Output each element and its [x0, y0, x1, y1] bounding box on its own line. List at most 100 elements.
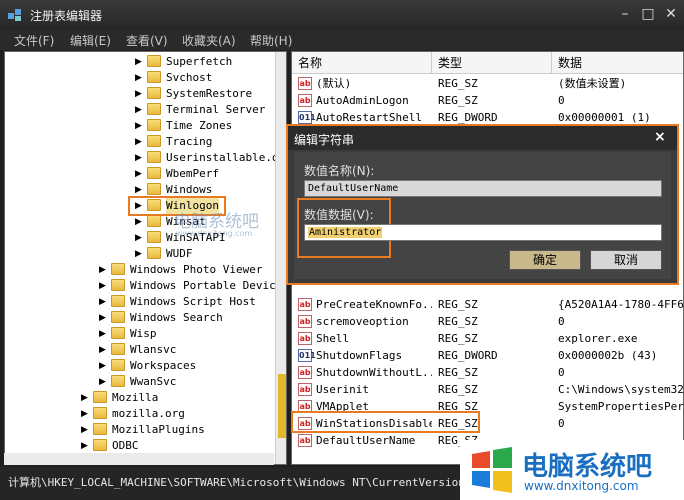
folder-icon: [147, 135, 161, 147]
expand-arrow-icon[interactable]: ▶: [135, 54, 142, 70]
cancel-button[interactable]: 取消: [590, 250, 662, 270]
tree-node-label: Windows Script Host: [130, 295, 256, 308]
menu-file[interactable]: 文件(F): [14, 32, 54, 49]
column-header-type[interactable]: 类型: [432, 52, 552, 74]
folder-icon: [111, 295, 125, 307]
menu-edit[interactable]: 编辑(E): [70, 32, 111, 49]
expand-arrow-icon[interactable]: ▶: [99, 310, 106, 326]
dialog-close-button[interactable]: ×: [654, 129, 666, 145]
value-row[interactable]: ab (默认) REG_SZ (数值未设置): [292, 75, 683, 92]
expand-arrow-icon[interactable]: ▶: [135, 166, 142, 182]
expand-arrow-icon[interactable]: ▶: [135, 86, 142, 102]
folder-icon: [111, 359, 125, 371]
tree-node[interactable]: ▶ mozilla.org: [5, 406, 273, 422]
folder-icon: [93, 423, 107, 435]
tree-node-label: MozillaPlugins: [112, 423, 205, 436]
expand-arrow-icon[interactable]: ▶: [99, 358, 106, 374]
tree-node[interactable]: ▶ SystemRestore: [5, 86, 273, 102]
value-row[interactable]: ab Shell REG_SZ explorer.exe: [292, 330, 683, 347]
dialog-body: 数值名称(N): DefaultUserName 数值数据(V): Aminis…: [294, 152, 671, 279]
tree-node[interactable]: ▶ WbemPerf: [5, 166, 273, 182]
expand-arrow-icon[interactable]: ▶: [135, 214, 142, 230]
defaultusername-highlight: [291, 411, 480, 433]
expand-arrow-icon[interactable]: ▶: [99, 278, 106, 294]
value-data: 0: [558, 315, 565, 328]
maximize-button[interactable]: □: [638, 5, 658, 23]
expand-arrow-icon[interactable]: ▶: [99, 342, 106, 358]
menu-favorites[interactable]: 收藏夹(A): [182, 32, 236, 49]
value-name: PreCreateKnownFo...: [316, 298, 432, 311]
tree-node[interactable]: ▶ Workspaces: [5, 358, 273, 374]
tree-scroll-thumb[interactable]: [278, 374, 286, 438]
tree-node-label: Wisp: [130, 327, 157, 340]
tree-horizontal-scrollbar[interactable]: [4, 453, 274, 465]
expand-arrow-icon[interactable]: ▶: [81, 422, 88, 438]
tree-node[interactable]: ▶ Superfetch: [5, 54, 273, 70]
value-name: ShutdownWithoutL...: [316, 366, 432, 379]
tree-node-label: Wlansvc: [130, 343, 177, 356]
minimize-button[interactable]: –: [615, 5, 635, 23]
tree-node-label: Windows Search: [130, 311, 223, 324]
column-header-data[interactable]: 数据: [552, 52, 683, 74]
expand-arrow-icon[interactable]: ▶: [135, 118, 142, 134]
expand-arrow-icon[interactable]: ▶: [81, 438, 88, 454]
tree-node[interactable]: ▶ WUDF: [5, 246, 273, 262]
tree-node-label: WwanSvc: [130, 375, 177, 388]
watermark-text: 电脑系统吧: [522, 452, 653, 482]
menu-help[interactable]: 帮助(H): [250, 32, 292, 49]
tree-node[interactable]: ▶ ODBC: [5, 438, 273, 454]
tree-node[interactable]: ▶ Terminal Server: [5, 102, 273, 118]
binary-value-icon: 011: [298, 349, 316, 362]
tree-node[interactable]: ▶ Windows Photo Viewer: [5, 262, 273, 278]
expand-arrow-icon[interactable]: ▶: [99, 326, 106, 342]
value-row[interactable]: ab AutoAdminLogon REG_SZ 0: [292, 92, 683, 109]
value-data-text: Aministrator: [308, 227, 383, 238]
tree-node[interactable]: ▶ Wlansvc: [5, 342, 273, 358]
value-row[interactable]: 011 ShutdownFlags REG_DWORD 0x0000002b (43): [292, 347, 683, 364]
value-row[interactable]: ab scremoveoption REG_SZ 0: [292, 313, 683, 330]
string-value-icon: ab: [298, 366, 312, 379]
expand-arrow-icon[interactable]: ▶: [99, 294, 106, 310]
tree-node[interactable]: ▶ WwanSvc: [5, 374, 273, 390]
tree-node[interactable]: ▶ Windows Portable Device: [5, 278, 282, 294]
tree-node[interactable]: ▶ Wisp: [5, 326, 273, 342]
expand-arrow-icon[interactable]: ▶: [135, 246, 142, 262]
expand-arrow-icon[interactable]: ▶: [135, 230, 142, 246]
close-button[interactable]: ✕: [661, 5, 681, 23]
binary-value-icon: 011: [298, 111, 316, 124]
value-type: REG_SZ: [438, 332, 478, 345]
value-data-field[interactable]: Aministrator: [304, 224, 662, 241]
column-header-name[interactable]: 名称: [292, 52, 432, 74]
expand-arrow-icon[interactable]: ▶: [99, 262, 106, 278]
value-row[interactable]: ab PreCreateKnownFo... REG_SZ {A520A1A4-178…: [292, 296, 683, 313]
key-path: 计算机\HKEY_LOCAL_MACHINE\SOFTWARE\Microsof…: [8, 476, 505, 489]
folder-icon: [147, 247, 161, 259]
folder-icon: [147, 71, 161, 83]
expand-arrow-icon[interactable]: ▶: [135, 102, 142, 118]
tree-node[interactable]: ▶ Mozilla: [5, 390, 273, 406]
tree-node[interactable]: ▶ Userinstallable.d: [5, 150, 279, 166]
menu-view[interactable]: 查看(V): [126, 32, 168, 49]
title-bar: 注册表编辑器 – □ ✕: [0, 0, 684, 30]
expand-arrow-icon[interactable]: ▶: [99, 374, 106, 390]
expand-arrow-icon[interactable]: ▶: [81, 406, 88, 422]
tree-node[interactable]: ▶ Windows Search: [5, 310, 273, 326]
tree-node-label: mozilla.org: [112, 407, 185, 420]
expand-arrow-icon[interactable]: ▶: [135, 70, 142, 86]
expand-arrow-icon[interactable]: ▶: [135, 150, 142, 166]
registry-key-tree: ▶ Superfetch ▶ Svchost ▶ SystemRestore ▶ Termin…: [4, 51, 287, 465]
tree-node[interactable]: ▶ Time Zones: [5, 118, 273, 134]
ok-button[interactable]: 确定: [509, 250, 581, 270]
tree-node[interactable]: ▶ MozillaPlugins: [5, 422, 273, 438]
value-type: REG_DWORD: [438, 349, 498, 362]
expand-arrow-icon[interactable]: ▶: [135, 134, 142, 150]
tree-node-label: SystemRestore: [166, 87, 253, 100]
folder-icon: [147, 55, 161, 67]
expand-arrow-icon[interactable]: ▶: [81, 390, 88, 406]
tree-node[interactable]: ▶ Tracing: [5, 134, 273, 150]
folder-icon: [111, 343, 125, 355]
tree-node[interactable]: ▶ Windows Script Host: [5, 294, 273, 310]
value-row[interactable]: ab Userinit REG_SZ C:\Windows\system32\: [292, 381, 683, 398]
tree-node[interactable]: ▶ Svchost: [5, 70, 273, 86]
value-row[interactable]: ab ShutdownWithoutL... REG_SZ 0: [292, 364, 683, 381]
